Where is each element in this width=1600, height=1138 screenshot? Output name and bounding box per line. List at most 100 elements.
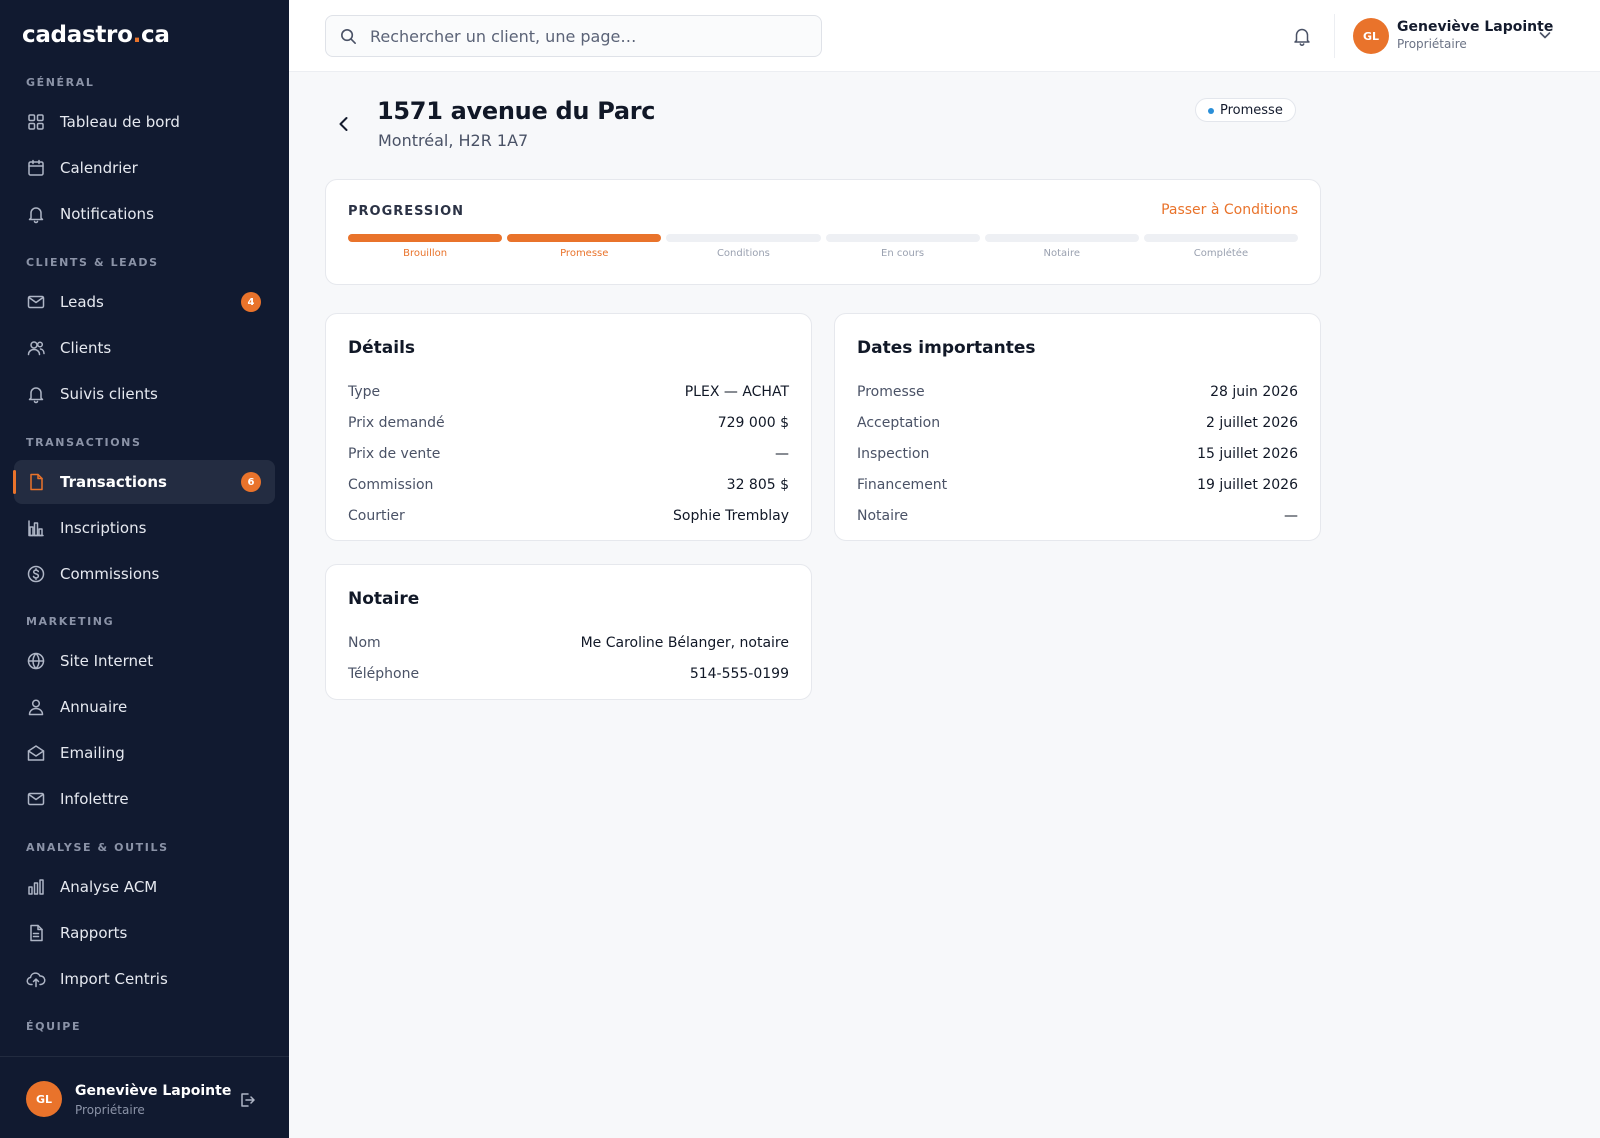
date-row: Inspection 15 juillet 2026 bbox=[857, 438, 1298, 469]
sidebar-item-clients[interactable]: Clients bbox=[14, 326, 275, 370]
cloud-upload-icon bbox=[26, 969, 46, 989]
dates-card: Dates importantes Promesse 28 juin 2026 A… bbox=[834, 313, 1321, 541]
status-badge: Promesse bbox=[1195, 98, 1296, 122]
row-value: PLEX — ACHAT bbox=[684, 383, 789, 400]
advance-step-link[interactable]: Passer à Conditions bbox=[1161, 202, 1298, 218]
row-label: Commission bbox=[348, 476, 434, 493]
page-subtitle: Montréal, H2R 1A7 bbox=[378, 131, 529, 150]
sidebar-item-inscriptions[interactable]: Inscriptions bbox=[14, 506, 275, 550]
notaire-row: Nom Me Caroline Bélanger, notaire bbox=[348, 627, 789, 658]
section-transactions: TRANSACTIONS bbox=[26, 436, 142, 449]
details-rows: Type PLEX — ACHAT Prix demandé 729 000 $ P… bbox=[348, 376, 789, 531]
sidebar-item-annuaire[interactable]: Annuaire bbox=[14, 685, 275, 729]
user-icon bbox=[26, 697, 46, 717]
notaire-card: Notaire Nom Me Caroline Bélanger, notaire… bbox=[325, 564, 812, 700]
sidebar-item-label: Rapports bbox=[60, 924, 128, 942]
progress-step-bar bbox=[825, 234, 980, 242]
row-value: Sophie Tremblay bbox=[673, 507, 789, 524]
notaire-rows: Nom Me Caroline Bélanger, notaire Télépho… bbox=[348, 627, 789, 689]
row-label: Prix de vente bbox=[348, 445, 441, 462]
search-icon bbox=[339, 27, 358, 46]
notaire-row: Téléphone 514-555-0199 bbox=[348, 658, 789, 689]
search-box[interactable] bbox=[325, 15, 822, 57]
progress-step-label: Complétée bbox=[1193, 248, 1249, 259]
sidebar-item-label: Inscriptions bbox=[60, 519, 147, 537]
row-value: 19 juillet 2026 bbox=[1197, 476, 1298, 493]
transactions-count-badge: 6 bbox=[241, 472, 261, 492]
sidebar-item-calendrier[interactable]: Calendrier bbox=[14, 146, 275, 190]
user-menu[interactable]: GL Geneviève Lapointe Propriétaire bbox=[1353, 17, 1583, 55]
progress-step-label: Promesse bbox=[560, 248, 609, 259]
sidebar-item-rapports[interactable]: Rapports bbox=[14, 911, 275, 955]
row-label: Notaire bbox=[857, 507, 909, 524]
sidebar-item-label: Commissions bbox=[60, 565, 160, 583]
sidebar: cadastro.ca GÉNÉRAL Tableau de bord Cale… bbox=[0, 0, 289, 1138]
sidebar-item-import-centris[interactable]: Import Centris bbox=[14, 957, 275, 1001]
chevron-down-icon bbox=[1537, 27, 1553, 43]
sidebar-item-tableau-de-bord[interactable]: Tableau de bord bbox=[14, 100, 275, 144]
row-label: Type bbox=[348, 383, 381, 400]
user-name: Geneviève Lapointe bbox=[1397, 19, 1554, 35]
dollar-circle-icon bbox=[26, 564, 46, 584]
mail-open-icon bbox=[26, 743, 46, 763]
user-role: Propriétaire bbox=[75, 1103, 145, 1117]
back-button[interactable] bbox=[332, 112, 356, 136]
row-label: Téléphone bbox=[348, 665, 420, 682]
sidebar-item-label: Notifications bbox=[60, 205, 154, 223]
card-title: Dates importantes bbox=[857, 338, 1036, 358]
mail-icon bbox=[26, 789, 46, 809]
sidebar-item-emailing[interactable]: Emailing bbox=[14, 731, 275, 775]
brand-logo[interactable]: cadastro.ca bbox=[22, 22, 170, 48]
sidebar-item-leads[interactable]: Leads 4 bbox=[14, 280, 275, 324]
card-title: Détails bbox=[348, 338, 416, 358]
sidebar-item-commissions[interactable]: Commissions bbox=[14, 552, 275, 596]
user-role: Propriétaire bbox=[1397, 37, 1467, 51]
sidebar-item-label: Annuaire bbox=[60, 698, 128, 716]
user-name: Geneviève Lapointe bbox=[75, 1083, 232, 1099]
notifications-bell-icon[interactable] bbox=[1291, 25, 1313, 47]
progress-step-bar bbox=[1143, 234, 1299, 242]
row-value: 514-555-0199 bbox=[689, 665, 789, 682]
detail-row: Prix demandé 729 000 $ bbox=[348, 407, 789, 438]
row-label: Financement bbox=[857, 476, 948, 493]
sidebar-item-label: Transactions bbox=[60, 473, 167, 491]
bell-icon bbox=[26, 204, 46, 224]
sidebar-item-label: Calendrier bbox=[60, 159, 138, 177]
detail-row: Commission 32 805 $ bbox=[348, 469, 789, 500]
sidebar-item-label: Site Internet bbox=[60, 652, 154, 670]
sidebar-item-notifications[interactable]: Notifications bbox=[14, 192, 275, 236]
sidebar-user-card: GL Geneviève Lapointe Propriétaire bbox=[0, 1056, 289, 1138]
sidebar-item-suivis-clients[interactable]: Suivis clients bbox=[14, 372, 275, 416]
sidebar-item-label: Tableau de bord bbox=[60, 113, 180, 131]
row-value: 2 juillet 2026 bbox=[1206, 414, 1298, 431]
progress-steps: Brouillon Promesse Conditions En cours Notai… bbox=[348, 234, 1299, 266]
row-value: 28 juin 2026 bbox=[1210, 383, 1298, 400]
sidebar-item-label: Emailing bbox=[60, 744, 125, 762]
sidebar-item-label: Infolettre bbox=[60, 790, 129, 808]
progress-title: PROGRESSION bbox=[348, 204, 465, 219]
sidebar-item-analyse-acm[interactable]: Analyse ACM bbox=[14, 865, 275, 909]
row-label: Courtier bbox=[348, 507, 405, 524]
detail-row: Prix de vente — bbox=[348, 438, 789, 469]
row-value: Me Caroline Bélanger, notaire bbox=[580, 634, 789, 651]
section-general: GÉNÉRAL bbox=[26, 76, 95, 89]
progress-step: Brouillon bbox=[348, 234, 503, 266]
globe-icon bbox=[26, 651, 46, 671]
avatar[interactable]: GL bbox=[26, 1081, 62, 1117]
progress-step: Notaire bbox=[984, 234, 1139, 266]
row-value: 729 000 $ bbox=[717, 414, 789, 431]
leads-count-badge: 4 bbox=[241, 292, 261, 312]
search-input[interactable] bbox=[370, 16, 810, 56]
date-row: Financement 19 juillet 2026 bbox=[857, 469, 1298, 500]
sidebar-item-site-internet[interactable]: Site Internet bbox=[14, 639, 275, 683]
row-label: Inspection bbox=[857, 445, 930, 462]
progress-card: PROGRESSION Passer à Conditions Brouillo… bbox=[325, 179, 1321, 285]
sidebar-item-transactions[interactable]: Transactions 6 bbox=[13, 460, 275, 504]
brand-tld: ca bbox=[141, 22, 170, 48]
row-value: — bbox=[775, 445, 789, 462]
sidebar-item-infolettre[interactable]: Infolettre bbox=[14, 777, 275, 821]
date-row: Promesse 28 juin 2026 bbox=[857, 376, 1298, 407]
logout-icon[interactable] bbox=[238, 1091, 256, 1109]
progress-step: Complétée bbox=[1143, 234, 1299, 266]
detail-row: Courtier Sophie Tremblay bbox=[348, 500, 789, 531]
